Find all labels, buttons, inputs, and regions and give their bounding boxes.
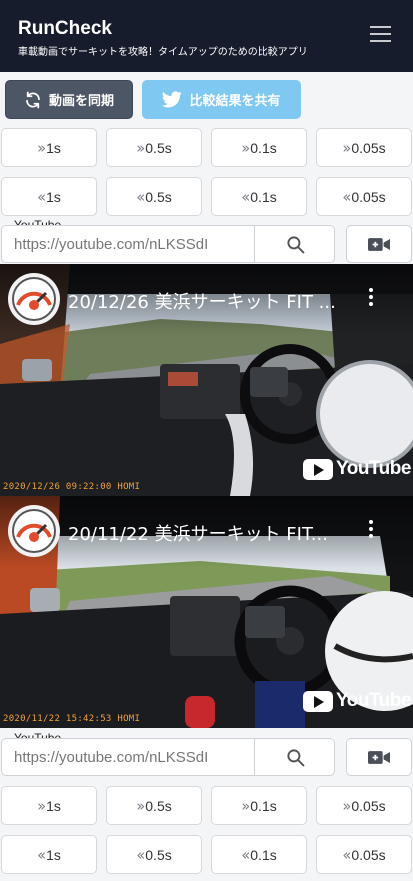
play-icon — [303, 690, 333, 712]
video-url-input[interactable] — [2, 226, 254, 262]
forward-step-row: ›› 1s ›› 0.5s ›› 0.1s ›› 0.05s — [0, 786, 413, 825]
chevron-double-right-icon: ›› — [342, 796, 351, 815]
chevron-double-left-icon: ‹‹ — [241, 845, 250, 864]
twitter-icon — [162, 91, 183, 108]
chevron-double-left-icon: ‹‹ — [136, 845, 145, 864]
chevron-double-right-icon: ›› — [37, 138, 46, 157]
url-search-button[interactable] — [254, 739, 335, 775]
url-search-button[interactable] — [254, 226, 335, 262]
app-title: RunCheck — [18, 18, 112, 39]
backward-0.1s-button[interactable]: ‹‹ 0.1s — [211, 835, 307, 874]
youtube-logo[interactable]: YouTube — [303, 690, 411, 712]
forward-0.05s-button[interactable]: ›› 0.05s — [316, 786, 412, 825]
chevron-double-left-icon: ‹‹ — [342, 187, 351, 206]
channel-avatar[interactable] — [8, 273, 60, 325]
backward-1s-button[interactable]: ‹‹ 1s — [1, 177, 97, 216]
backward-step-row: ‹‹ 1s ‹‹ 0.5s ‹‹ 0.1s ‹‹ 0.05s — [0, 177, 413, 216]
forward-0.1s-button[interactable]: ›› 0.1s — [211, 128, 307, 167]
chevron-double-right-icon: ›› — [37, 796, 46, 815]
chevron-double-left-icon: ‹‹ — [342, 845, 351, 864]
video-url-input[interactable] — [2, 739, 254, 775]
video-camera-icon — [368, 750, 390, 764]
forward-0.5s-button[interactable]: ›› 0.5s — [106, 128, 202, 167]
chevron-double-right-icon: ›› — [241, 796, 250, 815]
video-timestamp: 2020/12/26 09:22:00 HOMI — [3, 482, 141, 492]
kebab-icon[interactable] — [366, 520, 376, 542]
sync-videos-button[interactable]: 動画を同期 — [5, 80, 133, 119]
video-timestamp: 2020/11/22 15:42:53 HOMI — [3, 714, 141, 724]
forward-step-row: ›› 1s ›› 0.5s ›› 0.1s ›› 0.05s — [0, 128, 413, 167]
backward-1s-button[interactable]: ‹‹ 1s — [1, 835, 97, 874]
chevron-double-right-icon: ›› — [136, 138, 145, 157]
chevron-double-left-icon: ‹‹ — [241, 187, 250, 206]
play-icon — [303, 458, 333, 480]
refresh-icon — [26, 91, 40, 108]
youtube-logo[interactable]: YouTube — [303, 458, 411, 480]
kebab-icon[interactable] — [366, 288, 376, 310]
speedometer-icon — [12, 277, 56, 321]
hamburger-icon[interactable] — [370, 26, 392, 44]
search-icon — [286, 235, 304, 253]
forward-1s-button[interactable]: ›› 1s — [1, 786, 97, 825]
chevron-double-right-icon: ›› — [342, 138, 351, 157]
backward-step-row: ‹‹ 1s ‹‹ 0.5s ‹‹ 0.1s ‹‹ 0.05s — [0, 835, 413, 874]
backward-0.05s-button[interactable]: ‹‹ 0.05s — [316, 177, 412, 216]
url-input-group — [1, 225, 335, 263]
app-header: RunCheck 車載動画でサーキットを攻略！タイムアップのための比較アプリ — [0, 0, 413, 72]
app-subtitle: 車載動画でサーキットを攻略！タイムアップのための比較アプリ — [18, 47, 308, 58]
sync-videos-label: 動画を同期 — [48, 94, 114, 109]
video-title[interactable]: 20/12/26 美浜サーキット FIT ... — [68, 288, 353, 314]
forward-0.05s-button[interactable]: ›› 0.05s — [316, 128, 412, 167]
speedometer-icon — [12, 509, 56, 553]
chevron-double-right-icon: ›› — [241, 138, 250, 157]
url-input-group — [1, 738, 335, 776]
chevron-double-right-icon: ›› — [136, 796, 145, 815]
video-player-1[interactable]: 20/12/26 美浜サーキット FIT ... 2020/12/26 09:2… — [0, 264, 413, 496]
video-camera-icon — [368, 237, 390, 251]
chevron-double-left-icon: ‹‹ — [136, 187, 145, 206]
share-results-label: 比較結果を共有 — [189, 94, 281, 109]
backward-0.1s-button[interactable]: ‹‹ 0.1s — [211, 177, 307, 216]
forward-0.1s-button[interactable]: ›› 0.1s — [211, 786, 307, 825]
video-title[interactable]: 20/11/22 美浜サーキット FIT... — [68, 520, 353, 546]
chevron-double-left-icon: ‹‹ — [37, 845, 46, 864]
backward-0.05s-button[interactable]: ‹‹ 0.05s — [316, 835, 412, 874]
search-icon — [286, 748, 304, 766]
channel-avatar[interactable] — [8, 505, 60, 557]
forward-0.5s-button[interactable]: ›› 0.5s — [106, 786, 202, 825]
chevron-double-left-icon: ‹‹ — [37, 187, 46, 206]
camera-button[interactable] — [346, 738, 412, 776]
share-results-button[interactable]: 比較結果を共有 — [142, 80, 301, 119]
video-player-2[interactable]: 20/11/22 美浜サーキット FIT... 2020/11/22 15:42… — [0, 496, 413, 728]
backward-0.5s-button[interactable]: ‹‹ 0.5s — [106, 177, 202, 216]
backward-0.5s-button[interactable]: ‹‹ 0.5s — [106, 835, 202, 874]
camera-button[interactable] — [346, 225, 412, 263]
forward-1s-button[interactable]: ›› 1s — [1, 128, 97, 167]
